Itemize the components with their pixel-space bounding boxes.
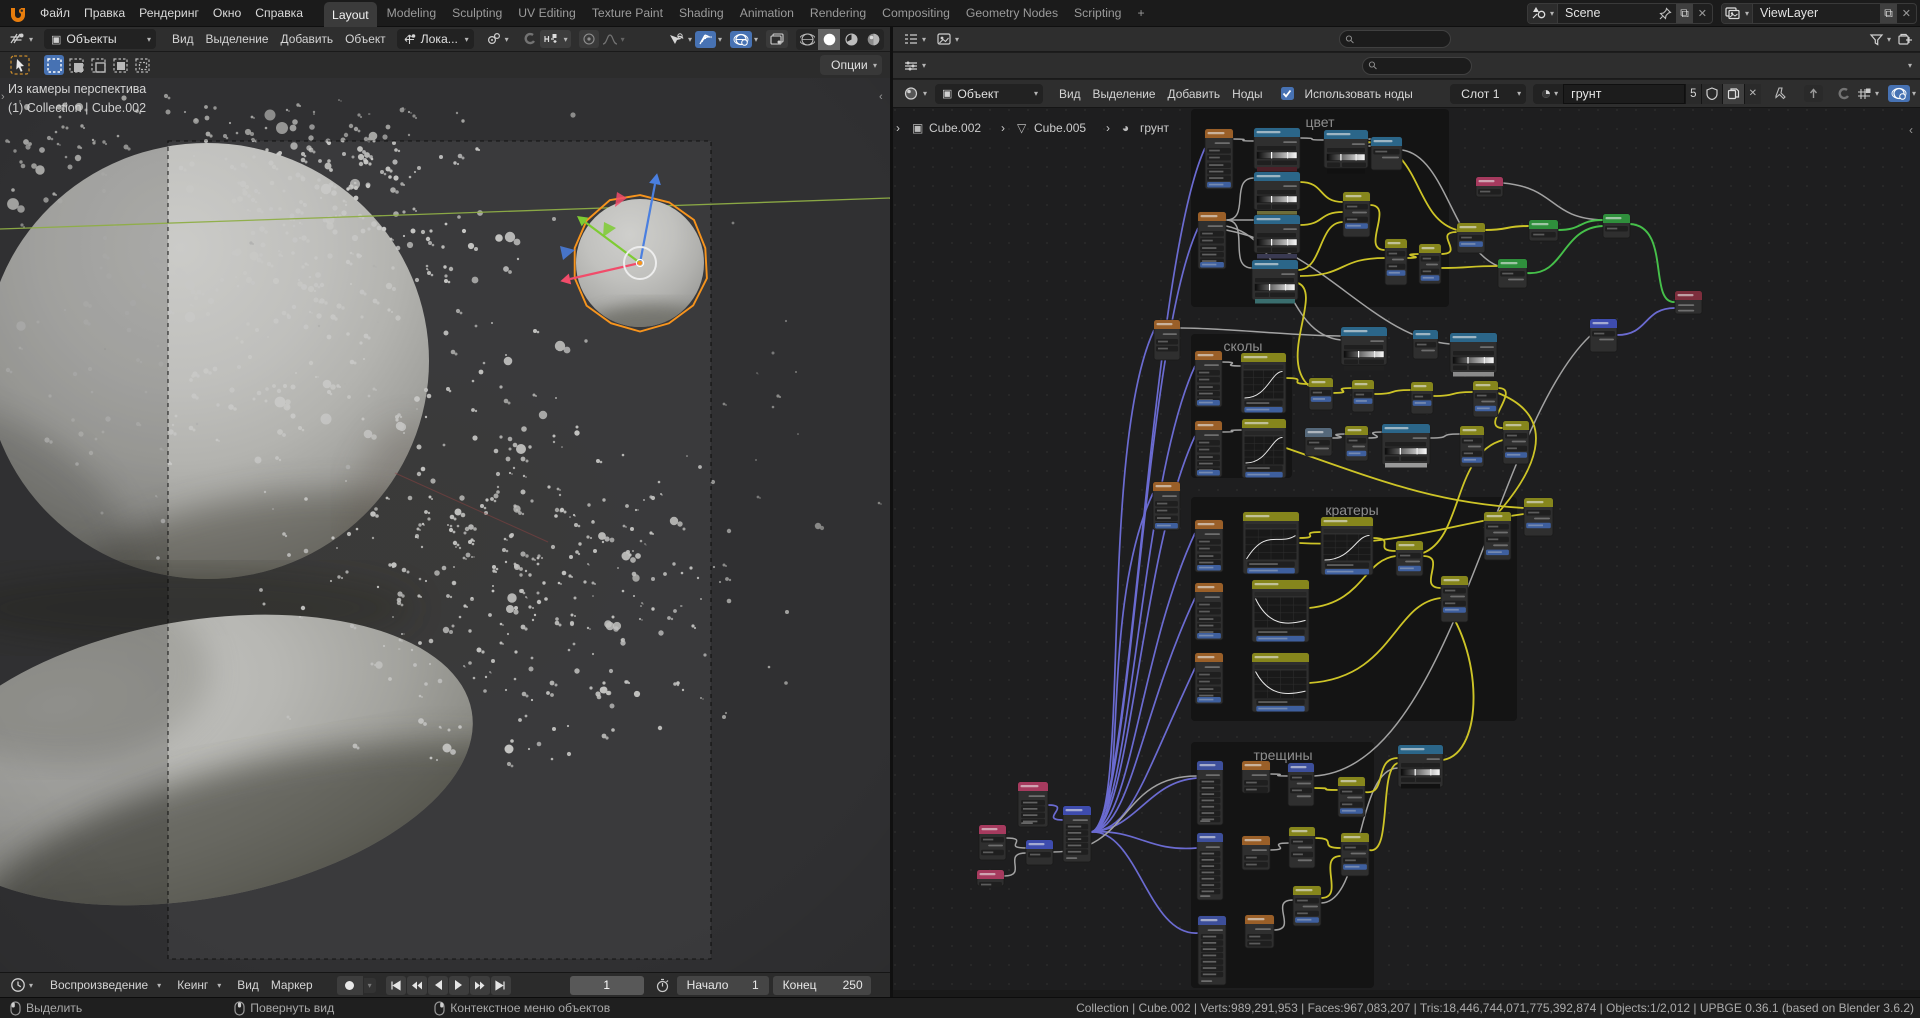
svg-text:▽: ▽ [1017, 121, 1027, 135]
svg-text:‹: ‹ [1909, 123, 1913, 137]
svg-text:›: › [896, 121, 900, 135]
svg-text:Из камеры перспектива: Из камеры перспектива [8, 82, 146, 96]
svg-text:сколы: сколы [1224, 338, 1263, 354]
svg-text:›: › [1001, 121, 1005, 135]
svg-text:Cube.002: Cube.002 [929, 121, 981, 135]
svg-text:кратеры: кратеры [1325, 502, 1378, 518]
svg-text:Cube.005: Cube.005 [1034, 121, 1086, 135]
svg-text:трещины: трещины [1253, 747, 1312, 763]
svg-text:(1) Collection | Cube.002: (1) Collection | Cube.002 [8, 101, 146, 115]
svg-text:‹: ‹ [879, 91, 883, 103]
svg-text:›: › [1106, 121, 1110, 135]
svg-text:▣: ▣ [912, 121, 923, 135]
svg-text:грунт: грунт [1140, 121, 1170, 135]
svg-text:◕: ◕ [1122, 121, 1129, 135]
svg-text:цвет: цвет [1305, 114, 1335, 130]
svg-text:›: › [1, 91, 5, 103]
